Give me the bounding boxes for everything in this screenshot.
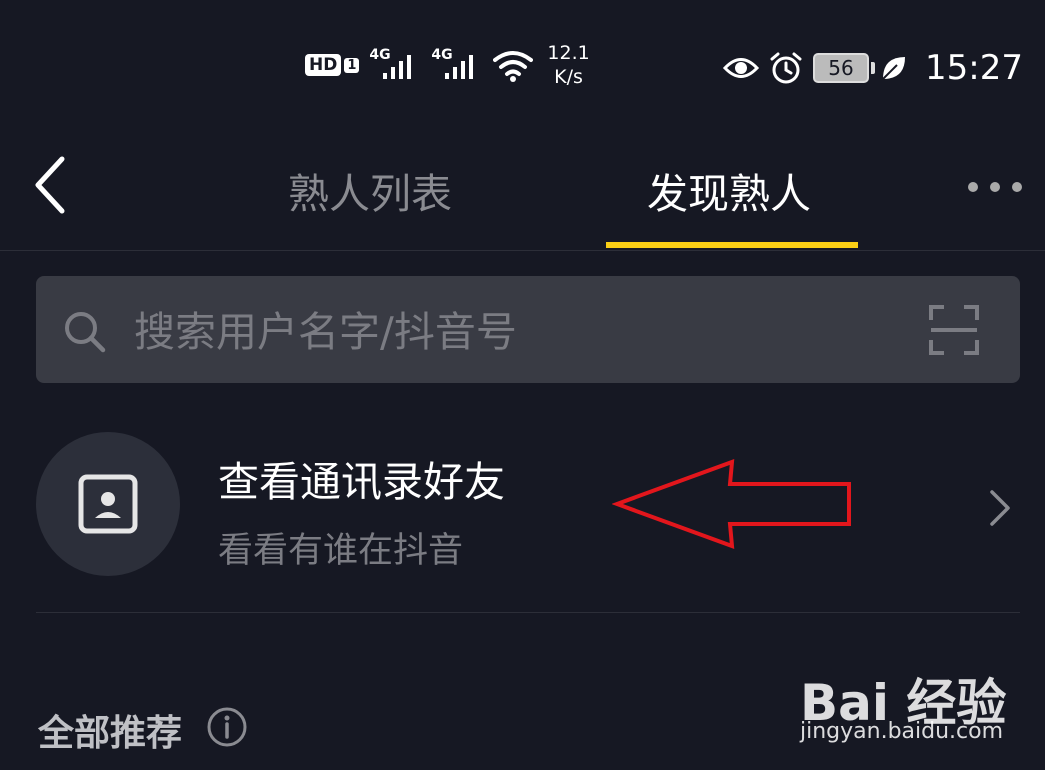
signal-icon: 4G xyxy=(369,47,421,83)
more-options-button[interactable] xyxy=(968,172,1038,202)
top-navigation: 熟人列表 发现熟人 xyxy=(0,130,1045,251)
eye-icon xyxy=(723,58,760,78)
tab-acquaintance-list[interactable]: 熟人列表 xyxy=(288,160,452,220)
hd-badge: HD 1 xyxy=(305,54,360,76)
chevron-right-icon xyxy=(990,490,1010,526)
status-right: 56 15:27 xyxy=(723,40,1023,96)
annotation-arrow-icon xyxy=(612,459,851,549)
contacts-subtitle: 看看有谁在抖音 xyxy=(218,531,464,571)
sim-label: 1 xyxy=(344,57,360,73)
status-bar: HD 1 4G 4G 12.1 K/s 56 15:27 xyxy=(0,0,1045,130)
active-tab-indicator xyxy=(606,242,858,248)
hd-label: HD xyxy=(305,54,342,76)
clock: 15:27 xyxy=(925,48,1023,88)
leaf-icon xyxy=(882,57,906,80)
tab-discover-acquaintances[interactable]: 发现熟人 xyxy=(647,160,811,220)
dot-icon xyxy=(968,182,978,192)
info-icon[interactable] xyxy=(206,706,248,748)
contacts-avatar xyxy=(36,432,180,576)
speed-unit: K/s xyxy=(554,66,583,88)
watermark-url: jingyan.baidu.com xyxy=(800,719,1004,744)
contact-book-icon xyxy=(78,474,138,534)
wifi-icon xyxy=(493,51,534,82)
battery-indicator: 56 xyxy=(813,53,876,83)
speed-value: 12.1 xyxy=(547,42,590,64)
search-input[interactable] xyxy=(134,302,894,362)
search-icon xyxy=(65,312,106,353)
contacts-title: 查看通讯录好友 xyxy=(218,458,505,506)
baidu-watermark: Bai 经验 jingyan.baidu.com xyxy=(800,655,1040,765)
back-button[interactable] xyxy=(30,155,90,225)
status-left: HD 1 4G 4G 12.1 K/s xyxy=(305,40,590,90)
view-contacts-friends-row[interactable]: 查看通讯录好友 看看有谁在抖音 xyxy=(36,432,1020,613)
scan-icon[interactable] xyxy=(928,304,980,356)
dot-icon xyxy=(990,182,1000,192)
chevron-left-icon xyxy=(35,156,65,214)
section-title: 全部推荐 xyxy=(38,713,183,754)
signal-icon: 4G xyxy=(431,47,483,83)
network-speed: 12.1 K/s xyxy=(547,41,589,89)
alarm-icon xyxy=(770,52,802,84)
dot-icon xyxy=(1012,182,1022,192)
